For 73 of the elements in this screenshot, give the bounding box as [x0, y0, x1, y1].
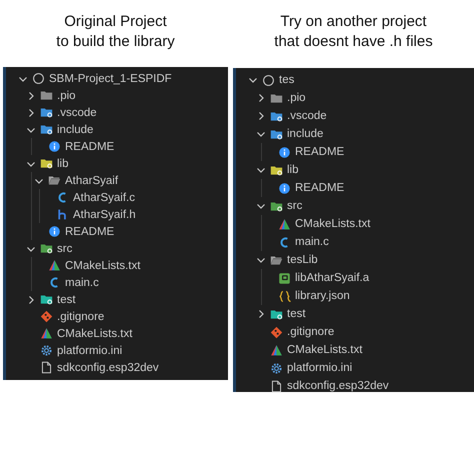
tree-item[interactable]: include	[6, 121, 228, 138]
info-icon	[48, 225, 61, 238]
folder-icon	[40, 242, 53, 255]
tree-item[interactable]: SBM-Project_1-ESPIDF	[6, 70, 228, 87]
tree-item[interactable]: main.c	[6, 274, 228, 291]
diamond-icon	[40, 310, 53, 323]
tree-item[interactable]: lib	[236, 161, 474, 179]
folder-icon	[40, 123, 53, 136]
tree-item[interactable]: tesLib	[236, 251, 474, 269]
tree-item[interactable]: .vscode	[6, 104, 228, 121]
settings-icon	[270, 362, 283, 374]
folder-icon	[270, 128, 283, 140]
tree-item[interactable]: include	[236, 125, 474, 143]
tree-item[interactable]: src	[236, 197, 474, 215]
tree-item[interactable]: CMakeLists.txt	[236, 341, 474, 359]
tree-item[interactable]: README	[236, 143, 474, 161]
caption: that doesnt have .h files	[274, 32, 433, 52]
folder-icon	[40, 157, 53, 170]
tree-item[interactable]: .gitignore	[236, 323, 474, 341]
folder-icon	[270, 254, 283, 266]
tree-item[interactable]: README	[236, 179, 474, 197]
tree-item[interactable]: AtharSyaif	[6, 172, 228, 189]
triangle-icon	[278, 218, 291, 230]
triangle-icon	[40, 327, 53, 340]
tree-item[interactable]: src	[6, 240, 228, 257]
tree-item[interactable]: platformio.ini	[6, 342, 228, 359]
tree-item[interactable]: .pio	[6, 87, 228, 104]
tree-item[interactable]: CMakeLists.txt	[236, 215, 474, 233]
circle-icon	[262, 74, 275, 86]
tree-item[interactable]: .gitignore	[6, 308, 228, 325]
file-icon	[40, 361, 53, 374]
tree-item[interactable]: test	[236, 305, 474, 323]
folder-icon	[270, 308, 283, 320]
file-icon	[270, 380, 283, 392]
tree-item[interactable]: CMakeLists.txt	[6, 257, 228, 274]
info-icon	[278, 146, 291, 158]
braces-icon	[278, 290, 291, 302]
folder-icon	[270, 110, 283, 122]
tree-item[interactable]: .pio	[236, 89, 474, 107]
tree-item[interactable]: test	[6, 291, 228, 308]
tree-item[interactable]: README	[6, 223, 228, 240]
folder-icon	[40, 106, 53, 119]
info-icon	[48, 140, 61, 153]
folder-icon	[270, 164, 283, 176]
folder-icon	[40, 89, 53, 102]
tree-item[interactable]: AtharSyaif.c	[6, 189, 228, 206]
folder-icon	[270, 92, 283, 104]
triangle-icon	[270, 344, 283, 356]
diamond-icon	[270, 326, 283, 338]
caption: Try on another project	[280, 12, 427, 32]
tree-item[interactable]: sdkconfig.esp32dev	[6, 359, 228, 376]
tree-item[interactable]: README	[6, 138, 228, 155]
tree-item[interactable]: sdkconfig.esp32dev	[236, 377, 474, 395]
tree-item[interactable]: AtharSyaif.h	[6, 206, 228, 223]
caption: to build the library	[56, 32, 175, 52]
tree-item[interactable]: platformio.ini	[236, 359, 474, 377]
tree-item[interactable]: CMakeLists.txt	[6, 325, 228, 342]
tree-item[interactable]: library.json	[236, 287, 474, 305]
tree-item[interactable]: .vscode	[236, 107, 474, 125]
folder-icon	[40, 293, 53, 306]
triangle-icon	[48, 259, 61, 272]
folder-icon	[48, 174, 61, 187]
settings-icon	[40, 344, 53, 357]
tree-item[interactable]: libAtharSyaif.a	[236, 269, 474, 287]
folder-icon	[270, 200, 283, 212]
caption: Original Project	[64, 12, 167, 32]
info-icon	[278, 182, 291, 194]
tree-item[interactable]: lib	[6, 155, 228, 172]
archive-icon	[278, 272, 291, 284]
h-file-icon	[56, 208, 69, 221]
circle-icon	[32, 72, 45, 85]
tree-item[interactable]: tes	[236, 71, 474, 89]
tree-item[interactable]: main.c	[236, 233, 474, 251]
